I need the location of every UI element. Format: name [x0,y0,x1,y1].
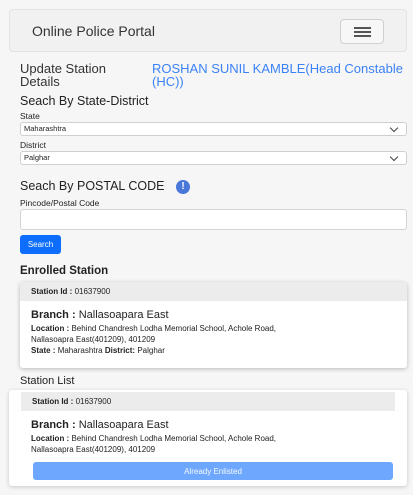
enrolled-station-card: Station Id : 01637900 Branch : Nallasoap… [20,282,407,368]
info-icon[interactable]: ! [175,180,190,194]
postal-code-heading: Seach By POSTAL CODE ! [20,179,190,194]
officer-name: ROSHAN SUNIL KAMBLE(Head Constable (HC)) [152,61,403,89]
search-button[interactable]: Search [20,235,61,254]
station-state-district: State : Maharashtra District: Palghar [31,346,165,355]
station-id-header: Station Id : 01637900 [21,392,395,411]
station-id-header: Station Id : 01637900 [20,282,407,301]
state-district-heading: Seach By State-District [20,94,149,108]
district-label: District [20,140,46,150]
brand-title[interactable]: Online Police Portal [32,23,155,39]
state-select[interactable]: Maharashtra [20,122,407,136]
menu-toggle-button[interactable] [340,19,384,44]
district-select-value: Palghar [24,153,50,162]
district-select[interactable]: Palghar [20,151,407,165]
station-location: Location : Behind Chandresh Lodha Memori… [31,324,277,344]
navbar: Online Police Portal [9,9,407,52]
state-label: State [20,111,40,121]
state-select-value: Maharashtra [24,124,67,133]
branch-name: Branch : Nallasoapara East [31,309,169,321]
pincode-input[interactable] [20,209,407,230]
already-enlisted-button[interactable]: Already Enlisted [33,462,393,480]
chevron-down-icon [389,152,399,162]
enrolled-station-heading: Enrolled Station [20,265,109,277]
branch-name: Branch : Nallasoapara East [31,419,169,431]
station-list-heading: Station List [20,375,75,387]
pincode-label: Pincode/Postal Code [20,198,100,208]
update-station-label: Update Station Details [20,61,107,89]
chevron-down-icon [389,123,399,133]
hamburger-icon [354,27,371,29]
station-location: Location : Behind Chandresh Lodha Memori… [31,434,277,454]
